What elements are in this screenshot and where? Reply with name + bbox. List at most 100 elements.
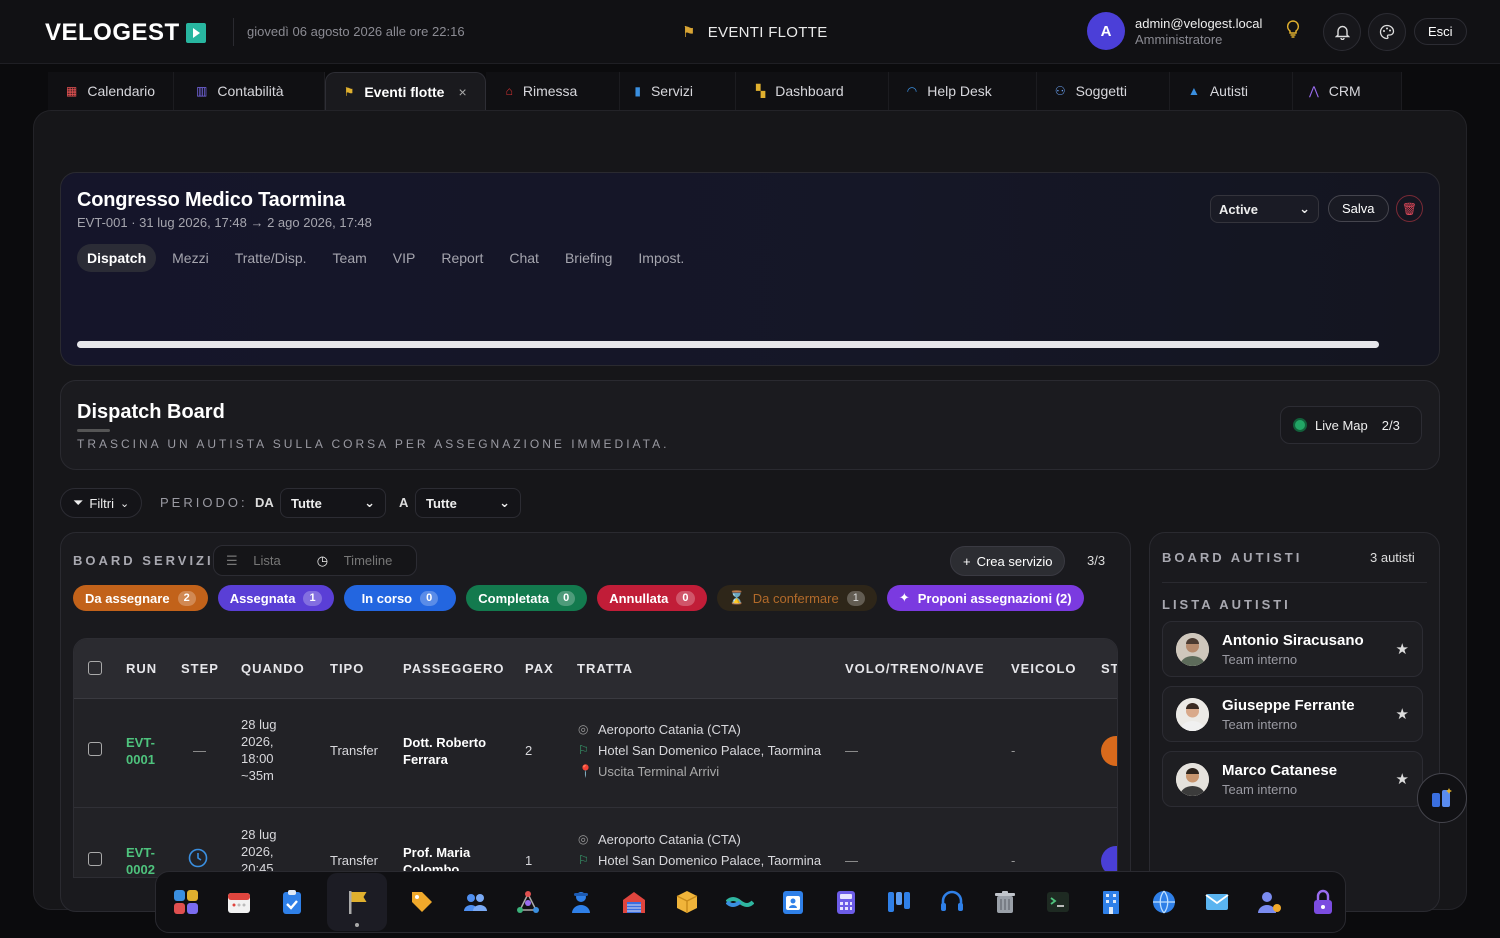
dock-tag-icon[interactable] [404,884,440,920]
dock-id-card-icon[interactable] [775,884,811,920]
star-icon[interactable]: ★ [1396,640,1409,658]
dock-user-settings-icon[interactable] [1252,884,1288,920]
delete-event-button[interactable]: 🗑 [1396,195,1423,222]
event-tab-impostazioni[interactable]: Impost. [628,244,694,272]
column-step[interactable]: STEP [181,661,219,676]
dock-clipboard-check-icon[interactable] [274,884,310,920]
column-run[interactable]: RUN [126,661,157,676]
event-tab-report[interactable]: Report [431,244,493,272]
user-menu[interactable]: A admin@velogest.local Amministratore [1087,12,1262,50]
tab-soggetti[interactable]: ⚇ Soggetti [1036,72,1170,110]
event-tab-chat[interactable]: Chat [499,244,549,272]
sparkles-icon: ✦ [898,590,910,605]
dock-people-icon[interactable] [457,884,493,920]
star-icon[interactable]: ★ [1396,705,1409,723]
filters-button[interactable]: ⏷ Filtri ⌄ [60,488,143,518]
filter-in-corso[interactable]: In corso 0 [343,585,457,611]
column-tratta[interactable]: TRATTA [577,661,633,676]
clock-icon [188,848,208,872]
dock-calculator-icon[interactable] [828,884,864,920]
event-tab-tratte[interactable]: Tratte/Disp. [225,244,317,272]
tab-autisti[interactable]: ▲ Autisti [1169,72,1293,110]
tab-eventi-flotte[interactable]: ⚑ Eventi flotte × [324,72,486,110]
event-tab-mezzi[interactable]: Mezzi [162,244,219,272]
column-pax[interactable]: PAX [525,661,554,676]
divider [1162,582,1427,583]
tab-crm[interactable]: ⋀ CRM [1292,72,1402,110]
column-transport[interactable]: VOLO/TRENO/NAVE [845,661,985,676]
services-count: 3/3 [1087,553,1106,568]
dock-globe-icon[interactable] [1146,884,1182,920]
filter-completata[interactable]: Completata 0 [466,585,588,611]
logout-button[interactable]: Esci [1414,18,1467,45]
dock-kanban-icon[interactable] [881,884,917,920]
dock-calendar-icon[interactable] [221,884,257,920]
event-tab-dispatch[interactable]: Dispatch [77,244,157,272]
view-timeline-button[interactable]: ◷ Timeline [305,553,417,569]
column-veicolo[interactable]: VEICOLO [1011,661,1077,676]
from-select[interactable]: Tutte ⌄ [280,488,386,518]
tab-rimessa[interactable]: ⌂ Rimessa [485,72,621,110]
filter-da-assegnare[interactable]: Da assegnare 2 [73,585,208,611]
propose-assignments-button[interactable]: ✦ Proponi assegnazioni (2) [886,585,1084,611]
row-checkbox[interactable] [88,852,102,866]
column-quando[interactable]: QUANDO [241,661,305,676]
dock-flag-icon[interactable] [327,873,387,931]
view-list-button[interactable]: ☰ Lista [214,553,305,569]
to-select[interactable]: Tutte ⌄ [415,488,521,518]
user-email: admin@velogest.local [1135,15,1263,31]
live-map-button[interactable]: Live Map 2/3 [1280,406,1422,444]
create-service-button[interactable]: + Crea servizio [950,546,1066,576]
dock-driver-icon[interactable] [563,884,599,920]
column-stato[interactable]: ST [1101,661,1117,676]
dock-network-icon[interactable] [510,884,546,920]
table-row[interactable]: EVT- 0002 28 lug 2026, 20:45 Transfer Prof.… [74,810,1117,877]
tab-servizi[interactable]: ▮ Servizi [620,72,736,110]
dock-lock-icon[interactable] [1305,884,1341,920]
view-toggle: ☰ Lista ◷ Timeline [213,545,418,576]
row-checkbox[interactable] [88,742,102,756]
drivers-heading: BOARD AUTISTI [1162,550,1303,565]
filter-assegnata[interactable]: Assegnata 1 [217,585,334,611]
tab-contabilita[interactable]: ▥ Contabilità [174,72,325,110]
tab-dashboard[interactable]: ▚ Dashboard [735,72,889,110]
driver-card[interactable]: Antonio Siracusano Team interno ★ [1162,621,1423,677]
assistant-fab[interactable] [1417,773,1467,823]
tab-calendario[interactable]: ▦ Calendario [48,72,175,110]
app-logo[interactable]: VELOGEST [45,19,206,47]
event-tab-briefing[interactable]: Briefing [555,244,622,272]
theme-button[interactable] [1368,13,1406,51]
event-tab-team[interactable]: Team [323,244,377,272]
bell-icon [1334,25,1350,40]
status-badge[interactable] [1101,736,1117,766]
status-select[interactable]: Active ⌄ [1210,195,1319,223]
chevron-down-icon: ⌄ [364,495,375,510]
column-tipo[interactable]: TIPO [330,661,364,676]
table-row[interactable]: EVT- 0001 — 28 lug 2026, 18:00 ~35m Transfer… [74,700,1117,808]
driver-card[interactable]: Giuseppe Ferrante Team interno ★ [1162,686,1423,742]
filter-annullata[interactable]: Annullata 0 [597,585,707,611]
dock-headset-icon[interactable] [934,884,970,920]
close-tab-icon[interactable]: × [458,84,466,100]
dock-mail-icon[interactable] [1199,884,1235,920]
run-id[interactable]: EVT- 0002 [126,844,155,877]
dock-trash-icon[interactable] [987,884,1023,920]
driver-avatar [1176,763,1209,796]
dock-terminal-icon[interactable] [1040,884,1076,920]
select-all-checkbox[interactable] [88,661,102,675]
dock-handshake-icon[interactable] [722,884,758,920]
run-id[interactable]: EVT- 0001 [126,734,155,768]
dock-garage-icon[interactable] [616,884,652,920]
notifications-button[interactable] [1323,13,1361,51]
filter-da-confermare[interactable]: ⌛ Da confermare 1 [716,585,877,611]
dock-apps-icon[interactable] [168,884,204,920]
star-icon[interactable]: ★ [1396,770,1409,788]
dock-building-icon[interactable] [1093,884,1129,920]
driver-card[interactable]: Marco Catanese Team interno ★ [1162,751,1423,807]
column-passeggero[interactable]: PASSEGGERO [403,661,505,676]
tab-help-desk[interactable]: ◠ Help Desk [888,72,1037,110]
event-tab-vip[interactable]: VIP [383,244,426,272]
save-button[interactable]: Salva [1328,195,1389,222]
dock-box-icon[interactable] [669,884,705,920]
lightbulb-icon[interactable] [1286,20,1300,43]
